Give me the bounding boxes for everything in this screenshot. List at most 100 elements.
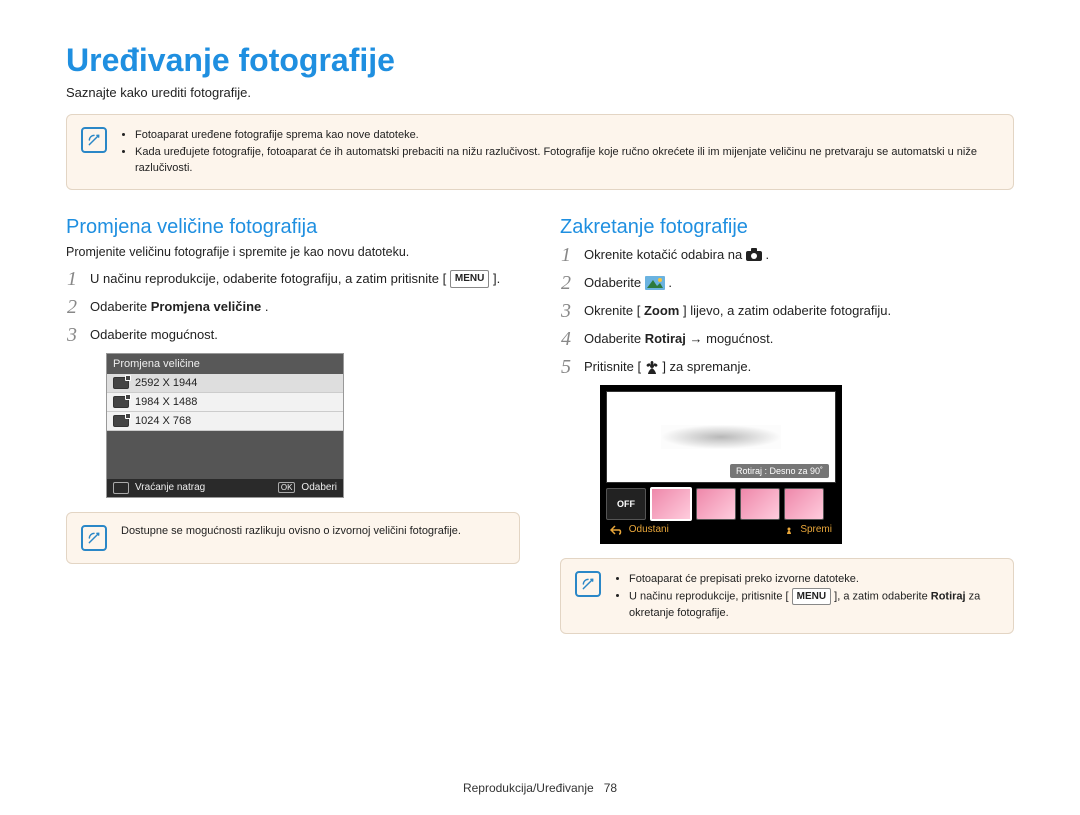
top-note-item: Kada uređujete fotografije, fotoaparat ć… (135, 144, 999, 177)
ok-icon: OK (278, 482, 296, 493)
page-footer: Reprodukcija/Uređivanje 78 (0, 781, 1080, 795)
camera-menu-row-label: 1024 X 768 (135, 415, 191, 427)
size-icon (113, 415, 129, 427)
step-number: 1 (560, 245, 572, 265)
right-bottom-note: Fotoaparat će prepisati preko izvorne da… (560, 558, 1014, 634)
camera-menu-row: 1024 X 768 (107, 412, 343, 431)
size-icon (113, 396, 129, 408)
rotate-thumbs-row: OFF (606, 487, 836, 521)
step-number: 3 (66, 325, 78, 345)
step-text: U načinu reprodukcije, odaberite fotogra… (90, 271, 446, 286)
left-bottom-note: Dostupne se mogućnosti razlikuju ovisno … (66, 512, 520, 564)
step-text: → mogućnost. (690, 331, 774, 346)
note-text: ], a zatim odaberite (834, 590, 931, 602)
step-body: Pritisnite [ ] za spremanje. (584, 357, 1014, 377)
left-column: Promjena veličine fotografija Promjenite… (66, 216, 520, 635)
step-text-bold: Promjena veličine (151, 299, 262, 314)
step-text-bold: Zoom (644, 303, 679, 318)
step-number: 2 (66, 297, 78, 317)
step-text: Okrenite [ (584, 303, 640, 318)
step-2: 2 Odaberite . (560, 273, 1014, 293)
step-number: 5 (560, 357, 572, 377)
step-body: Odaberite Promjena veličine . (90, 297, 520, 317)
camera-menu-mock: Promjena veličine 2592 X 1944 1984 X 148… (106, 353, 344, 498)
rotate-thumb (740, 488, 780, 520)
top-note-box: Fotoaparat uređene fotografije sprema ka… (66, 114, 1014, 190)
camera-menu-title: Promjena veličine (107, 354, 343, 374)
step-text: Odaberite (584, 275, 645, 290)
camera-menu-footer: Vraćanje natrag OK Odaberi (107, 479, 343, 497)
note-text: Dostupne se mogućnosti razlikuju ovisno … (121, 525, 461, 537)
note-item: U načinu reprodukcije, pritisnite [ MENU… (629, 588, 999, 622)
camera-menu-body: 2592 X 1944 1984 X 1488 1024 X 768 (107, 374, 343, 479)
flower-icon (784, 525, 794, 535)
step-text: Okrenite kotačić odabira na (584, 247, 746, 262)
step-2: 2 Odaberite Promjena veličine . (66, 297, 520, 317)
step-body: Odaberite . (584, 273, 1014, 293)
step-1: 1 Okrenite kotačić odabira na . (560, 245, 1014, 265)
rotate-thumb (696, 488, 736, 520)
step-text: . (668, 275, 672, 290)
back-icon (113, 482, 129, 494)
info-icon (575, 571, 601, 597)
camera-menu-row: 2592 X 1944 (107, 374, 343, 393)
back-arrow-icon (610, 525, 622, 535)
page-subtitle: Saznajte kako urediti fotografije. (66, 85, 1014, 100)
section-heading-rotate: Zakretanje fotografije (560, 216, 1014, 239)
step-body: U načinu reprodukcije, odaberite fotogra… (90, 269, 520, 289)
info-icon (81, 127, 107, 153)
camera-menu-row: 1984 X 1488 (107, 393, 343, 412)
rotate-footer: Odustani Spremi (606, 521, 836, 538)
rotate-ui-mock: Rotiraj : Desno za 90˚ OFF Odustani (600, 385, 842, 544)
page-title: Uređivanje fotografije (66, 42, 1014, 79)
step-text: . (265, 299, 269, 314)
step-number: 2 (560, 273, 572, 293)
macro-flower-icon (645, 361, 659, 375)
rotate-label: Rotiraj : Desno za 90˚ (730, 464, 829, 478)
step-number: 4 (560, 329, 572, 349)
step-text: . (766, 247, 770, 262)
step-3: 3 Odaberite mogućnost. (66, 325, 520, 345)
step-3: 3 Okrenite [ Zoom ] lijevo, a zatim odab… (560, 301, 1014, 321)
step-body: Odaberite Rotiraj → mogućnost. (584, 329, 1014, 349)
step-text: Pritisnite [ (584, 359, 641, 374)
rotate-canvas: Rotiraj : Desno za 90˚ (606, 391, 836, 483)
step-text: ] lijevo, a zatim odaberite fotografiju. (683, 303, 891, 318)
step-1: 1 U načinu reprodukcije, odaberite fotog… (66, 269, 520, 289)
step-4: 4 Odaberite Rotiraj → mogućnost. (560, 329, 1014, 349)
step-number: 1 (66, 269, 78, 289)
camera-menu-padding (107, 431, 343, 479)
rotate-thumb (784, 488, 824, 520)
camera-footer-ok: Odaberi (301, 482, 337, 493)
content-columns: Promjena veličine fotografija Promjenite… (66, 216, 1014, 635)
step-number: 3 (560, 301, 572, 321)
note-text: U načinu reprodukcije, pritisnite [ (629, 590, 789, 602)
top-note-list: Fotoaparat uređene fotografije sprema ka… (121, 127, 999, 177)
section-subtitle-resize: Promjenite veličinu fotografije i spremi… (66, 245, 520, 259)
info-icon (81, 525, 107, 551)
camera-menu-row-label: 1984 X 1488 (135, 396, 197, 408)
menu-button-icon: MENU (450, 270, 489, 288)
camera-footer-back: Vraćanje natrag (135, 482, 205, 493)
step-body: Okrenite kotačić odabira na . (584, 245, 1014, 265)
footer-section: Reprodukcija/Uređivanje (463, 781, 594, 795)
step-body: Odaberite mogućnost. (90, 325, 520, 345)
edit-photo-icon (645, 276, 665, 290)
right-note-list: Fotoaparat će prepisati preko izvorne da… (615, 571, 999, 621)
rotate-footer-cancel: Odustani (629, 524, 669, 535)
camera-menu-row-label: 2592 X 1944 (135, 377, 197, 389)
rotate-off-thumb: OFF (606, 488, 646, 520)
mode-dial-icon (746, 248, 762, 262)
rotate-footer-save: Spremi (800, 524, 832, 535)
page-root: Uređivanje fotografije Saznajte kako ure… (0, 0, 1080, 815)
step-text: Odaberite (584, 331, 645, 346)
rotate-thumb-selected (650, 487, 692, 521)
top-note-item: Fotoaparat uređene fotografije sprema ka… (135, 127, 999, 144)
sample-image-shape (661, 425, 781, 449)
note-item: Fotoaparat će prepisati preko izvorne da… (629, 571, 999, 588)
size-icon (113, 377, 129, 389)
menu-button-icon: MENU (792, 588, 831, 605)
footer-page-number: 78 (604, 781, 617, 795)
section-heading-resize: Promjena veličine fotografija (66, 216, 520, 239)
step-text: Odaberite (90, 299, 151, 314)
